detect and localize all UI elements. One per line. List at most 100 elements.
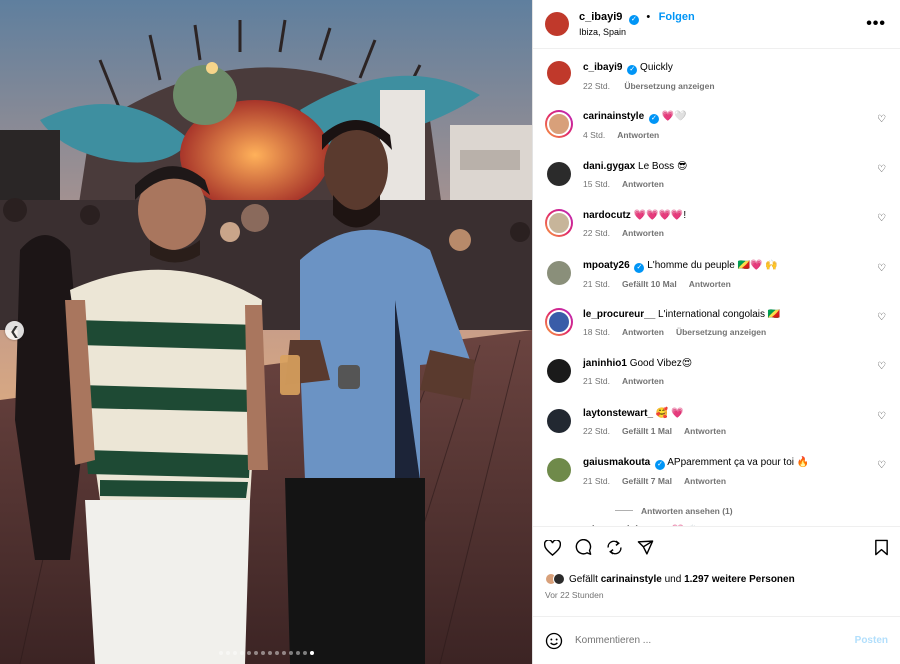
carousel-dot xyxy=(302,651,307,655)
avatar[interactable] xyxy=(547,458,571,483)
comment-text: 💗 🙌 xyxy=(672,525,700,526)
comment-time[interactable]: 21 Std. xyxy=(583,376,610,386)
comment-username[interactable]: ethan.meichtry xyxy=(583,525,654,526)
likes-summary[interactable]: Gefällt carinainstyle und 1.297 weitere … xyxy=(533,568,900,590)
reply-button[interactable]: Antworten xyxy=(622,179,664,189)
post-button[interactable]: Posten xyxy=(855,635,888,646)
heart-icon[interactable]: ♡ xyxy=(877,411,886,422)
comment-username[interactable]: janinhio1 xyxy=(583,358,627,369)
comment-username[interactable]: carinainstyle xyxy=(583,111,644,122)
send-icon[interactable] xyxy=(636,539,654,557)
comment-likes[interactable]: Gefällt 10 Mal xyxy=(622,279,677,289)
follow-button[interactable]: Folgen xyxy=(659,11,695,23)
verified-icon: ✓ xyxy=(634,262,645,273)
comment-time[interactable]: 18 Std. xyxy=(583,327,610,337)
instagram-post: ❮ c_ibayi9 ✓ • Folgen Ibiza, Spain ••• c… xyxy=(0,0,900,664)
comment-username[interactable]: laytonstewart_ xyxy=(583,408,653,419)
comment-username[interactable]: le_procureur__ xyxy=(583,309,655,320)
translate-link[interactable]: Übersetzung anzeigen xyxy=(624,81,714,91)
caption-username[interactable]: c_ibayi9 xyxy=(583,62,622,73)
carousel-dot xyxy=(281,651,286,655)
chevron-left-icon[interactable]: ❮ xyxy=(5,321,24,340)
more-icon[interactable]: ••• xyxy=(866,15,886,33)
carousel-dot xyxy=(295,651,300,655)
comment-username[interactable]: gaiusmakouta xyxy=(583,457,650,468)
avatar[interactable] xyxy=(547,161,571,186)
carousel-dot xyxy=(232,651,237,655)
comment-time[interactable]: 22 Std. xyxy=(583,426,610,436)
post-location[interactable]: Ibiza, Spain xyxy=(579,25,695,39)
comment-time[interactable]: 22 Std. xyxy=(583,228,610,238)
comment-icon[interactable] xyxy=(574,539,592,557)
comments-list[interactable]: c_ibayi9 ✓ Quickly 22 Std. Übersetzung a… xyxy=(533,49,900,526)
heart-icon[interactable]: ♡ xyxy=(877,213,886,224)
avatar[interactable] xyxy=(547,359,571,384)
emoji-icon[interactable] xyxy=(545,632,563,650)
comment-input[interactable] xyxy=(575,635,855,646)
caption-time[interactable]: 22 Std. xyxy=(583,81,610,91)
comment-item: le_procureur__ L'international congolais… xyxy=(545,307,888,357)
comment-username[interactable]: mpoaty26 xyxy=(583,260,630,271)
avatar[interactable] xyxy=(547,408,571,433)
carousel-dot xyxy=(246,651,251,655)
comment-item: carinainstyle ✓ 💗🤍 4 Std. Antworten ♡ xyxy=(545,110,888,159)
author-username[interactable]: c_ibayi9 xyxy=(579,11,622,23)
comment-item: janinhio1 Good Vibez😍 21 Std. Antworten ♡ xyxy=(545,357,888,406)
share-icon[interactable] xyxy=(605,539,623,557)
comment-composer: Posten xyxy=(533,616,900,664)
comment-username[interactable]: dani.gygax xyxy=(583,161,635,172)
heart-icon[interactable]: ♡ xyxy=(877,164,886,175)
divider-line xyxy=(615,510,633,512)
avatar xyxy=(553,573,565,585)
comment-item: dani.gygax Le Boss 😎 15 Std. Antworten ♡ xyxy=(545,160,888,209)
translate-link[interactable]: Übersetzung anzeigen xyxy=(676,327,766,337)
comment-time[interactable]: 4 Std. xyxy=(583,130,605,140)
photo-illustration xyxy=(0,0,532,664)
heart-icon[interactable]: ♡ xyxy=(877,460,886,471)
comment-time[interactable]: 21 Std. xyxy=(583,279,610,289)
reply-button[interactable]: Antworten xyxy=(684,426,726,436)
comment-time[interactable]: 15 Std. xyxy=(583,179,610,189)
verified-icon: ✓ xyxy=(627,65,638,75)
reply-button[interactable]: Antworten xyxy=(617,130,659,140)
carousel-dot xyxy=(218,651,223,655)
reply-button[interactable]: Antworten xyxy=(689,279,731,289)
reply-button[interactable]: Antworten xyxy=(684,476,726,486)
comment-username[interactable]: nardocutz xyxy=(583,210,631,221)
caption-text: Quickly xyxy=(640,62,673,73)
bookmark-icon[interactable] xyxy=(872,539,890,557)
comment-text: Good Vibez😍 xyxy=(629,358,693,370)
author-avatar[interactable] xyxy=(545,12,569,36)
comment-likes[interactable]: Gefällt 7 Mal xyxy=(622,476,672,486)
comment-item: mpoaty26 ✓ L'homme du peuple 🇨🇬💗 🙌 21 St… xyxy=(545,259,888,308)
carousel-dot xyxy=(239,651,244,655)
view-replies-label: Antworten ansehen (1) xyxy=(641,505,733,516)
comment-likes[interactable]: Gefällt 1 Mal xyxy=(622,426,672,436)
post-photo[interactable]: ❮ xyxy=(0,0,532,664)
reply-button[interactable]: Antworten xyxy=(622,327,664,337)
heart-icon[interactable] xyxy=(543,539,561,557)
comment-time[interactable]: 21 Std. xyxy=(583,476,610,486)
reply-button[interactable]: Antworten xyxy=(622,376,664,386)
carousel-dot xyxy=(260,651,265,655)
heart-icon[interactable]: ♡ xyxy=(877,114,886,125)
likes-count[interactable]: 1.297 weitere Personen xyxy=(684,574,795,585)
reply-button[interactable]: Antworten xyxy=(622,228,664,238)
story-ring[interactable] xyxy=(545,110,573,139)
avatar[interactable] xyxy=(547,260,571,285)
likes-user[interactable]: carinainstyle xyxy=(601,574,662,585)
heart-icon[interactable]: ♡ xyxy=(877,312,886,323)
heart-icon[interactable]: ♡ xyxy=(877,361,886,372)
comment-text: 🥰 💗 xyxy=(655,407,684,419)
avatar[interactable] xyxy=(547,61,571,85)
carousel-dot xyxy=(225,651,230,655)
post-panel: c_ibayi9 ✓ • Folgen Ibiza, Spain ••• c_i… xyxy=(532,0,900,664)
avatar xyxy=(547,211,571,236)
avatar xyxy=(547,309,571,334)
story-ring[interactable] xyxy=(545,307,573,336)
heart-icon[interactable]: ♡ xyxy=(877,263,886,274)
post-time[interactable]: Vor 22 Stunden xyxy=(533,590,900,604)
story-ring[interactable] xyxy=(545,209,573,238)
verified-icon: ✓ xyxy=(628,15,639,25)
verified-icon: ✓ xyxy=(648,114,659,125)
